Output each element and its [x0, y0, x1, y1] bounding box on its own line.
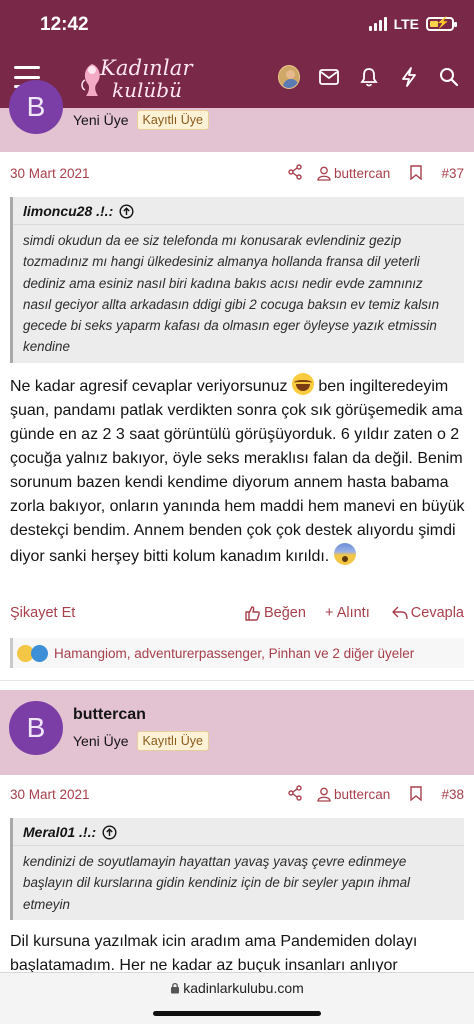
post-author-link[interactable]: buttercan: [317, 166, 390, 181]
browser-address-bar[interactable]: kadinlarkulubu.com: [0, 972, 474, 1024]
quote-block: limoncu28 .!.: simdi okudun da ee siz te…: [10, 197, 464, 363]
bolt-icon[interactable]: [398, 66, 420, 88]
battery-icon: ⚡: [426, 17, 457, 31]
status-indicators: LTE ⚡: [368, 16, 457, 32]
user-band: B buttercan Yeni Üye Kayıtlı Üye: [0, 690, 474, 775]
site-header: Kadınlar kulübü: [0, 52, 474, 108]
share-icon[interactable]: [287, 164, 303, 183]
post-divider: [0, 680, 474, 681]
post-date[interactable]: 30 Mart 2021: [10, 787, 90, 802]
reactions-list: Hamangiom, adventurerpassenger, Pinhan v…: [54, 645, 415, 661]
quote-text: simdi okudun da ee siz telefonda mı konu…: [23, 233, 440, 355]
search-icon[interactable]: [438, 66, 460, 88]
mail-icon[interactable]: [318, 66, 340, 88]
status-bar: 12:42 LTE ⚡: [0, 0, 474, 50]
post-meta: 30 Mart 2021 buttercan #37: [0, 158, 474, 190]
user-role: Yeni Üye Kayıtlı Üye: [73, 731, 209, 751]
post-body: Ne kadar agresif cevaplar veriyorsunuz b…: [10, 373, 470, 569]
quote-author: limoncu28 .!.:: [23, 203, 114, 219]
url-display[interactable]: kadinlarkulubu.com: [0, 980, 474, 996]
user-badge: Kayıtlı Üye: [136, 731, 209, 751]
post-number[interactable]: #38: [441, 787, 464, 802]
quote-button[interactable]: + Alıntı: [325, 605, 370, 621]
bell-icon[interactable]: [358, 66, 380, 88]
user-badge: Kayıtlı Üye: [136, 110, 209, 130]
quote-header[interactable]: limoncu28 .!.:: [13, 197, 464, 225]
bookmark-icon[interactable]: [410, 786, 422, 804]
thumbs-up-icon: [245, 606, 260, 621]
post-body: Dil kursuna yazılmak icin aradım ama Pan…: [10, 933, 418, 974]
share-icon[interactable]: [287, 785, 303, 804]
post-actions: Şikayet Et Beğen + Alıntı Cevapla: [0, 600, 474, 630]
quote-header[interactable]: Meral01 .!.:: [13, 818, 464, 846]
like-button[interactable]: Beğen: [244, 605, 306, 621]
account-avatar[interactable]: [278, 65, 300, 89]
app-header: 12:42 LTE ⚡ Kadınlar kulübü: [0, 0, 474, 108]
reply-icon: [392, 606, 408, 620]
avatar[interactable]: B: [9, 701, 63, 755]
quote-text: kendinizi de soyutlamayin hayattan yavaş…: [23, 854, 411, 912]
laughing-emoji-icon: [291, 373, 314, 395]
arrow-up-circle-icon: [102, 824, 117, 840]
post-author-link[interactable]: buttercan: [317, 787, 390, 802]
logo-text-line2: kulübü: [112, 78, 182, 102]
user-band: B Yeni Üye Kayıtlı Üye: [0, 80, 474, 152]
bookmark-icon[interactable]: [410, 165, 422, 183]
post-number[interactable]: #37: [441, 166, 464, 181]
username[interactable]: buttercan: [73, 706, 146, 724]
quote-author: Meral01 .!.:: [23, 824, 97, 840]
post-date[interactable]: 30 Mart 2021: [10, 166, 90, 181]
report-button[interactable]: Şikayet Et: [10, 605, 75, 621]
user-role: Yeni Üye Kayıtlı Üye: [73, 110, 209, 130]
arrow-up-circle-icon: [119, 203, 134, 219]
avatar: [278, 65, 300, 89]
post-meta: 30 Mart 2021 buttercan #38: [0, 779, 474, 811]
header-icons: [278, 65, 460, 89]
reply-button[interactable]: Cevapla: [392, 605, 464, 621]
user-icon: [317, 166, 331, 181]
user-icon: [317, 787, 331, 802]
signal-icon: [368, 17, 387, 31]
home-indicator[interactable]: [153, 1011, 321, 1016]
fearful-emoji-icon: [333, 543, 356, 565]
site-logo[interactable]: Kadınlar kulübü: [80, 54, 200, 104]
reactions-bar[interactable]: Hamangiom, adventurerpassenger, Pinhan v…: [10, 638, 464, 668]
status-time: 12:42: [40, 14, 89, 35]
avatar[interactable]: B: [9, 80, 63, 134]
like-reaction-icon: [31, 644, 48, 662]
logo-text-line1: Kadınlar: [100, 56, 193, 80]
network-label: LTE: [393, 16, 419, 32]
lock-icon: [171, 982, 180, 994]
quote-block: Meral01 .!.: kendinizi de soyutlamayin h…: [10, 818, 464, 920]
